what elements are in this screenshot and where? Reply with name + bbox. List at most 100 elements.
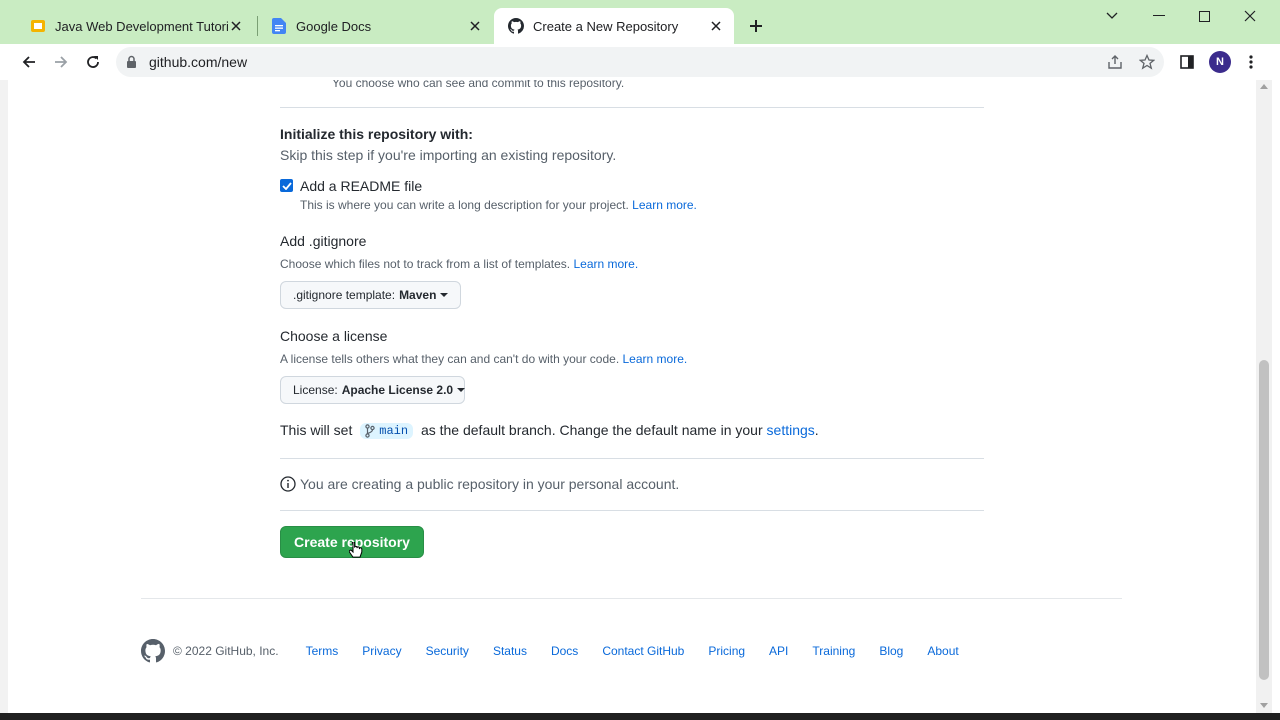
tab-search-button[interactable]: [1097, 4, 1127, 28]
docs-icon: [271, 18, 287, 34]
close-icon: [1244, 10, 1256, 22]
tab-title: Create a New Repository: [533, 18, 679, 34]
gitignore-select-label: .gitignore template:: [293, 288, 396, 302]
back-button[interactable]: [16, 49, 42, 75]
checkmark-icon: [281, 181, 292, 190]
browser-toolbar: github.com/new N: [0, 44, 1280, 80]
right-window-edge: [1272, 80, 1280, 713]
footer-copyright: © 2022 GitHub, Inc.: [173, 644, 279, 658]
readme-checkbox[interactable]: [280, 179, 293, 192]
footer-link-status[interactable]: Status: [493, 644, 527, 658]
footer-link-api[interactable]: API: [769, 644, 788, 658]
public-repo-notice: You are creating a public repository in …: [280, 476, 679, 492]
reload-button[interactable]: [80, 49, 106, 75]
footer-link-training[interactable]: Training: [812, 644, 855, 658]
share-icon[interactable]: [1106, 53, 1124, 71]
gitignore-template-select[interactable]: .gitignore template: Maven: [280, 281, 461, 309]
plus-icon: [750, 20, 762, 32]
close-tab-icon[interactable]: [708, 18, 724, 34]
maximize-button[interactable]: [1189, 4, 1219, 28]
license-select[interactable]: License: Apache License 2.0: [280, 376, 466, 404]
maximize-icon: [1198, 10, 1210, 22]
footer-link-security[interactable]: Security: [426, 644, 469, 658]
license-select-value: Apache License 2.0: [341, 383, 454, 397]
tab-create-repository[interactable]: Create a New Repository: [494, 8, 734, 44]
scroll-up-arrow-icon[interactable]: [1260, 84, 1268, 89]
kebab-menu-icon[interactable]: [1241, 52, 1261, 72]
hand-pointer-icon: [348, 541, 363, 565]
gitignore-description-text: Choose which files not to track from a l…: [280, 257, 571, 271]
visibility-hint: You choose who can see and commit to thi…: [332, 80, 625, 90]
git-branch-icon: [365, 424, 375, 438]
browser-window: Java Web Development Tutorial Google Doc…: [0, 0, 1280, 720]
branch-pill: main: [360, 423, 414, 440]
footer-link-terms[interactable]: Terms: [306, 644, 339, 658]
gitignore-select-value: Maven: [399, 288, 437, 302]
divider: [280, 458, 984, 459]
footer-link-privacy[interactable]: Privacy: [362, 644, 401, 658]
footer-link-blog[interactable]: Blog: [879, 644, 903, 658]
footer-link-docs[interactable]: Docs: [551, 644, 578, 658]
license-description: A license tells others what they can and…: [280, 352, 687, 366]
footer-link-pricing[interactable]: Pricing: [708, 644, 745, 658]
chevron-down-icon: [1106, 12, 1118, 19]
github-icon: [508, 18, 524, 34]
github-logo-icon: [141, 639, 165, 663]
tab-google-docs[interactable]: Google Docs: [257, 8, 493, 44]
init-heading: Initialize this repository with:: [280, 126, 473, 142]
caret-down-icon: [457, 388, 466, 392]
readme-label[interactable]: Add a README file: [300, 178, 422, 194]
reload-icon: [87, 56, 99, 68]
notice-text: You are creating a public repository in …: [300, 476, 680, 492]
default-branch-text: This will set main as the default branch…: [280, 422, 819, 440]
settings-link[interactable]: settings: [767, 422, 815, 438]
tab-java-tutorial[interactable]: Java Web Development Tutorial: [16, 8, 254, 44]
minimize-button[interactable]: [1144, 4, 1174, 28]
left-window-edge: [0, 80, 8, 713]
caret-down-icon: [440, 293, 449, 297]
gitignore-learn-more-link[interactable]: Learn more.: [573, 257, 638, 271]
close-window-button[interactable]: [1235, 4, 1265, 28]
footer-link-about[interactable]: About: [927, 644, 958, 658]
readme-learn-more-link[interactable]: Learn more.: [632, 198, 697, 212]
page-viewport: You choose who can see and commit to thi…: [0, 80, 1280, 713]
footer-divider: [141, 598, 1122, 599]
site-footer: © 2022 GitHub, Inc. Terms Privacy Securi…: [141, 638, 983, 664]
forward-button[interactable]: [48, 49, 74, 75]
license-learn-more-link[interactable]: Learn more.: [623, 352, 688, 366]
scroll-down-arrow-icon[interactable]: [1260, 703, 1268, 708]
page-scrollbar[interactable]: [1256, 80, 1272, 713]
close-tab-icon[interactable]: [467, 18, 483, 34]
tab-title: Google Docs: [296, 18, 372, 34]
footer-link-contact[interactable]: Contact GitHub: [602, 644, 684, 658]
close-tab-icon[interactable]: [228, 18, 244, 34]
url-text[interactable]: github.com/new: [149, 54, 247, 70]
arrow-right-icon: [55, 56, 68, 68]
profile-avatar[interactable]: N: [1209, 51, 1231, 73]
tab-strip: Java Web Development Tutorial Google Doc…: [0, 0, 1280, 44]
branch-name: main: [379, 424, 409, 439]
init-subtext: Skip this step if you're importing an ex…: [280, 147, 617, 163]
bottom-window-edge: [0, 713, 1280, 720]
info-icon: [280, 476, 296, 492]
bookmark-star-icon[interactable]: [1138, 53, 1156, 71]
readme-description: This is where you can write a long descr…: [300, 198, 697, 212]
divider: [280, 510, 984, 511]
address-bar[interactable]: github.com/new: [116, 47, 1164, 77]
branch-suffix: as the default branch. Change the defaul…: [420, 422, 763, 438]
license-description-text: A license tells others what they can and…: [280, 352, 620, 366]
slides-icon: [30, 18, 46, 34]
new-tab-button[interactable]: [744, 14, 768, 38]
branch-prefix: This will set: [280, 422, 353, 438]
lock-icon[interactable]: [126, 55, 137, 74]
tab-title: Java Web Development Tutorial: [55, 18, 228, 34]
arrow-left-icon: [22, 56, 35, 68]
readme-description-text: This is where you can write a long descr…: [300, 198, 629, 212]
side-panel-icon[interactable]: [1177, 52, 1197, 72]
gitignore-description: Choose which files not to track from a l…: [280, 257, 638, 271]
branch-end: .: [814, 422, 819, 438]
license-heading: Choose a license: [280, 328, 388, 344]
minimize-icon: [1153, 15, 1165, 16]
scrollbar-thumb[interactable]: [1259, 360, 1269, 680]
divider: [280, 107, 984, 108]
